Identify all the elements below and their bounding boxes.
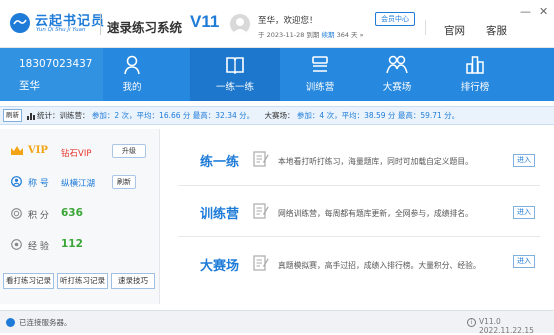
stats-prefix: 统计：训练营： — [37, 111, 90, 120]
group-icon — [386, 55, 408, 74]
note-edit-icon — [253, 255, 269, 271]
experience-icon — [11, 239, 22, 250]
vip-expiry-line: 于 2023-11-28 到期 续期 364 天 » — [258, 29, 364, 39]
note-edit-icon — [253, 203, 269, 219]
stats-contest-summary: 参加：4 次，平均：38.59 分 最高：59.71 分。 — [296, 111, 460, 120]
listen-typing-record-button[interactable]: 听打练习记录 — [57, 273, 108, 289]
note-edit-icon — [253, 151, 269, 167]
view-typing-record-button[interactable]: 看打练习记录 — [3, 273, 54, 289]
upgrade-button[interactable]: 升级 — [112, 144, 146, 158]
system-name: 速录练习系统 — [107, 20, 183, 35]
nav-item-mine[interactable]: 我的 — [107, 48, 157, 101]
remaining-days: 364 天 — [336, 31, 358, 39]
official-site-link[interactable]: 官网 — [444, 23, 465, 38]
customer-service-link[interactable]: 客服 — [486, 23, 507, 38]
header-divider — [425, 20, 426, 35]
vip-level: 钻石VIP — [61, 149, 92, 159]
points-value: 636 — [61, 207, 83, 219]
nav-item-contest[interactable]: 大赛场 — [362, 48, 432, 101]
nav-label-contest: 大赛场 — [382, 82, 412, 93]
user-icon — [124, 55, 140, 75]
stats-contest-prefix: 大赛场： — [264, 111, 295, 120]
renew-link[interactable]: 续期 — [322, 31, 335, 39]
user-phone: 18307023437 — [19, 58, 93, 70]
vip-label: VIP — [28, 145, 48, 156]
coin-icon — [11, 208, 22, 219]
nav-label-mine: 我的 — [122, 82, 142, 93]
connection-status: 已连接服务器。 — [19, 318, 72, 327]
greeting-text: 至华，欢迎您！ — [258, 16, 318, 26]
enter-practice-button[interactable]: 进入 — [513, 154, 535, 167]
enter-training-camp-button[interactable]: 进入 — [513, 206, 535, 219]
book-icon — [226, 57, 244, 75]
mode-title-training-camp[interactable]: 训练营 — [200, 203, 239, 222]
avatar[interactable] — [230, 14, 250, 34]
title-bar: 云起书记员 Yun Qi Shu Ji Yuan 速录练习系统 V11 至华，欢… — [0, 0, 554, 48]
user-name: 至华 — [19, 80, 40, 92]
points-label: 积 分 — [28, 211, 49, 221]
close-icon[interactable]: ✕ — [539, 5, 548, 18]
member-center-button[interactable]: 会员中心 — [375, 12, 415, 26]
bar-chart-icon — [27, 113, 35, 120]
info-icon: i — [467, 318, 476, 327]
vip-expiry-text: 于 2023-11-28 到期 — [258, 31, 320, 39]
nav-label-ranking: 排行榜 — [460, 82, 490, 93]
experience-value: 112 — [61, 238, 83, 250]
mode-divider — [178, 236, 540, 237]
nickname-value: 纵横江湖 — [61, 179, 96, 189]
nav-item-training-camp[interactable]: 训练营 — [285, 48, 355, 101]
main-nav: 18307023437 至华 我的 一练一练 训练营 大赛场 排行榜 — [0, 48, 554, 101]
chevron-double-right-icon: » — [359, 31, 364, 39]
crown-icon — [11, 146, 23, 155]
user-badge-icon — [11, 176, 22, 187]
mode-desc-training-camp: 网络训练营，每周都有题库更新，全网参与，成绩排名。 — [278, 209, 473, 218]
mode-desc-practice: 本地看打听打练习，海量题库，同时可加载自定义题目。 — [278, 157, 473, 166]
experience-label: 经 验 — [28, 242, 49, 252]
mode-title-contest[interactable]: 大赛场 — [200, 255, 239, 274]
mode-desc-contest: 真题模拟赛，高手过招，成绩入排行榜。大量积分、经验。 — [278, 261, 481, 270]
stats-refresh-button[interactable]: 刷新 — [3, 109, 22, 122]
nav-label-practice: 一练一练 — [215, 82, 254, 93]
app-logo-subtext: Yun Qi Shu Ji Yuan — [36, 27, 86, 33]
mode-divider — [178, 185, 540, 186]
user-box: 18307023437 至华 — [0, 48, 103, 101]
stats-camp-summary: 参加：2 次，平均：16.66 分 最高：32.34 分。 — [91, 111, 255, 120]
app-logo-icon — [10, 13, 30, 33]
version-text: V11.0 2022.11.22.15 — [479, 317, 534, 335]
nav-label-training-camp: 训练营 — [305, 82, 335, 93]
stack-icon — [312, 56, 328, 72]
stats-text: 统计：训练营： 参加：2 次，平均：16.66 分 最高：32.34 分。 大赛… — [37, 107, 459, 124]
title-divider — [100, 13, 101, 35]
version-badge: V11 — [190, 12, 220, 31]
typing-tips-button[interactable]: 速录技巧 — [111, 273, 155, 289]
stats-bar: 刷新 统计：训练营： 参加：2 次，平均：16.66 分 最高：32.34 分。… — [0, 106, 554, 125]
refresh-nickname-button[interactable]: 刷新 — [112, 175, 136, 189]
enter-contest-button[interactable]: 进入 — [513, 255, 535, 268]
mode-title-practice[interactable]: 练一练 — [200, 151, 239, 170]
status-bar: 已连接服务器。 i V11.0 2022.11.22.15 — [0, 310, 554, 335]
nickname-label: 称 号 — [28, 179, 49, 189]
ranking-icon — [466, 56, 484, 74]
connected-icon — [6, 318, 15, 327]
nav-item-ranking[interactable]: 排行榜 — [440, 48, 510, 101]
minimize-icon[interactable]: — — [520, 5, 531, 18]
nav-item-practice[interactable]: 一练一练 — [190, 48, 280, 101]
